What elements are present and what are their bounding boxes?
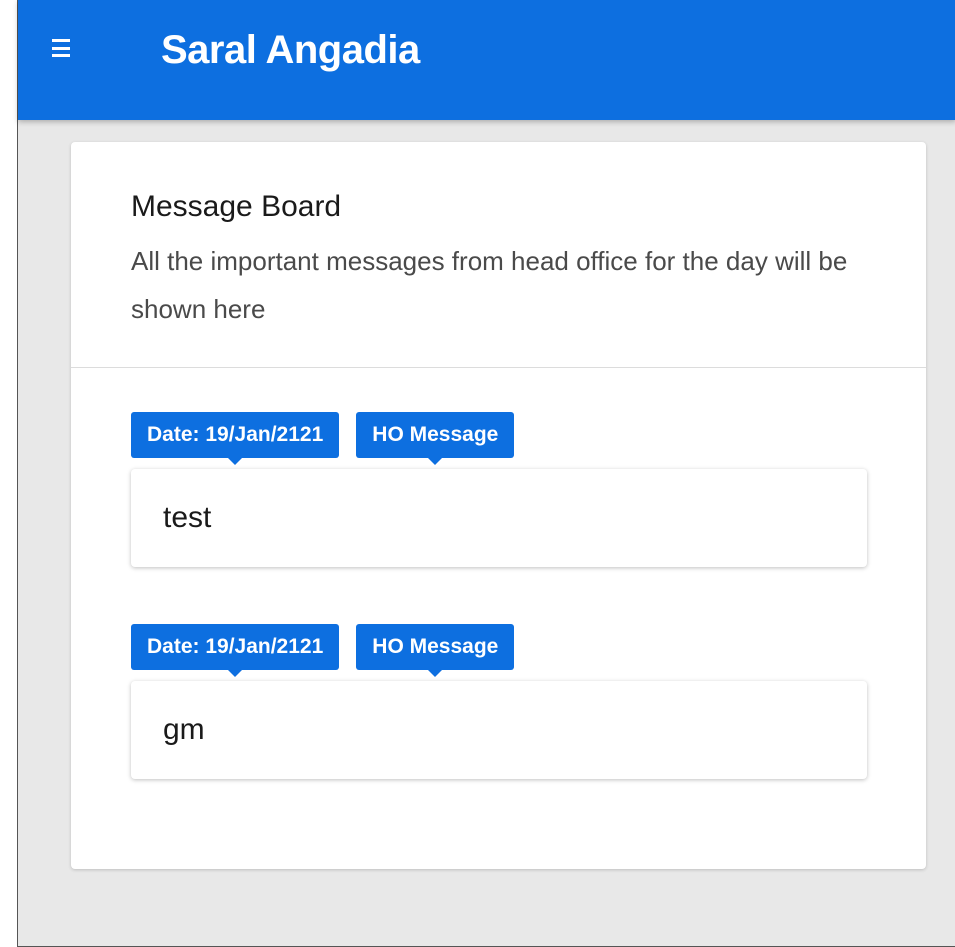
app-window: Saral Angadia Message Board All the impo… — [17, 0, 955, 947]
menu-line — [52, 54, 70, 57]
message-board-card: Message Board All the important messages… — [71, 142, 926, 869]
card-header: Message Board All the important messages… — [71, 142, 926, 368]
menu-line — [52, 46, 70, 50]
message-tags: Date: 19/Jan/2121 HO Message — [131, 624, 515, 677]
app-bar: Saral Angadia — [18, 0, 955, 120]
date-badge: Date: 19/Jan/2121 — [131, 412, 340, 465]
app-title: Saral Angadia — [161, 28, 420, 72]
type-badge: HO Message — [356, 624, 515, 677]
message-text: gm — [131, 681, 867, 779]
card-title: Message Board — [131, 190, 342, 223]
type-badge: HO Message — [356, 412, 515, 465]
card-subtitle: All the important messages from head off… — [131, 246, 848, 324]
date-badge: Date: 19/Jan/2121 — [131, 624, 340, 677]
message-tags: Date: 19/Jan/2121 HO Message — [131, 412, 515, 465]
message-text: test — [131, 469, 867, 567]
hamburger-menu-icon[interactable] — [52, 37, 72, 59]
menu-line — [52, 39, 70, 42]
